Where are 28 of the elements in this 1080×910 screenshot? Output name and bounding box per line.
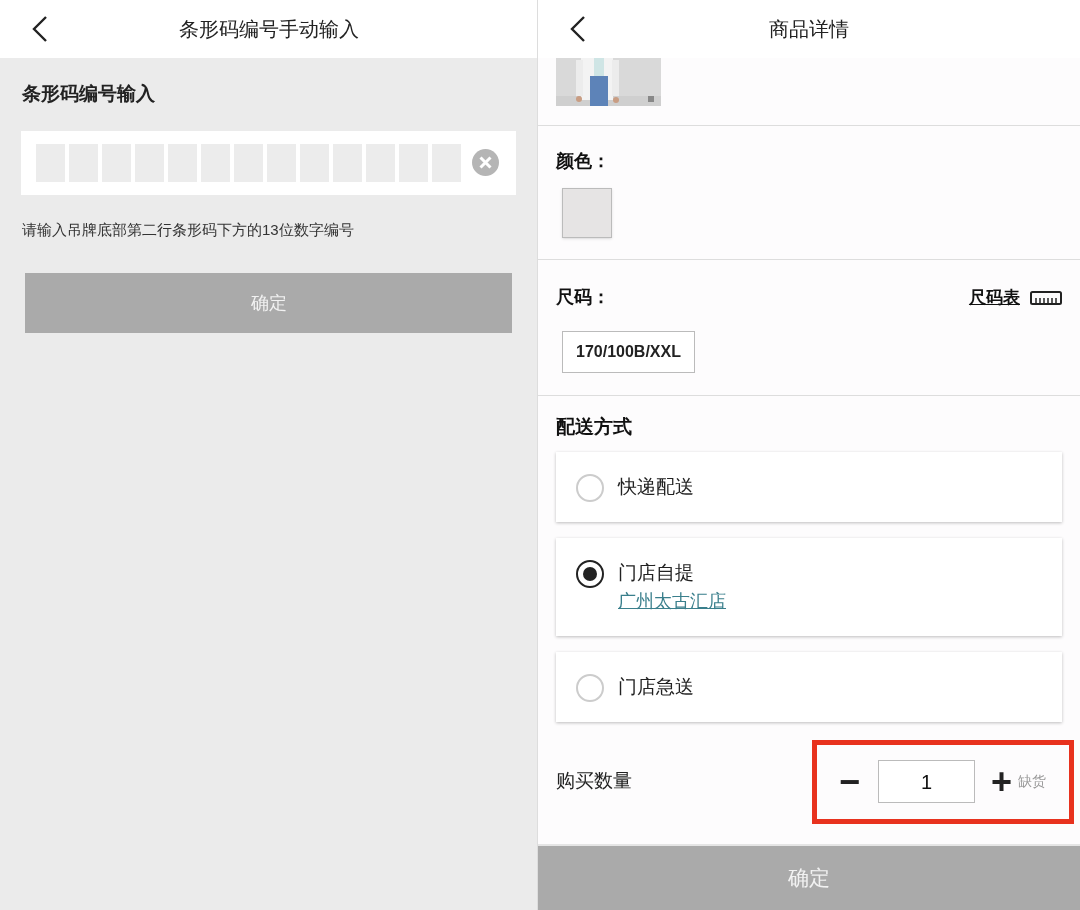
option-label: 门店自提 (618, 560, 695, 585)
store-link[interactable]: 广州太古汇店 (618, 587, 726, 615)
option-label: 快递配送 (618, 474, 694, 499)
back-icon[interactable] (32, 15, 48, 43)
color-swatch[interactable] (562, 188, 612, 238)
section-label: 颜色： (556, 150, 611, 173)
section-title: 配送方式 (556, 415, 633, 439)
section-label: 尺码： (556, 286, 610, 309)
stock-status: 缺货 (1018, 772, 1047, 791)
barcode-input-field[interactable] (21, 130, 516, 195)
size-chart-link[interactable]: 尺码表 (969, 284, 1020, 311)
quantity-field[interactable]: 1 (878, 760, 976, 803)
hint-text: 请输入吊牌底部第二行条形码下方的13位数字编号 (21, 219, 355, 240)
radio-button[interactable] (576, 559, 604, 588)
minus-button[interactable]: − (839, 763, 861, 800)
option-label: 门店急送 (618, 674, 694, 699)
size-option[interactable]: 170/100B/XXL (562, 331, 695, 373)
section-title: 条形码编号输入 (21, 82, 156, 106)
delivery-option[interactable]: 快递配送 (556, 451, 1062, 522)
ruler-icon[interactable] (1030, 290, 1062, 305)
screen-title: 商品详情 (769, 17, 849, 42)
delivery-option[interactable]: 门店自提 广州太古汇店 (556, 537, 1062, 636)
clear-icon[interactable] (472, 149, 499, 176)
screen-title: 条形码编号手动输入 (178, 17, 359, 42)
plus-button[interactable]: + (991, 763, 1013, 800)
quantity-label: 购买数量 (556, 769, 632, 794)
back-icon[interactable] (570, 15, 586, 43)
delivery-option[interactable]: 门店急送 (556, 651, 1062, 722)
